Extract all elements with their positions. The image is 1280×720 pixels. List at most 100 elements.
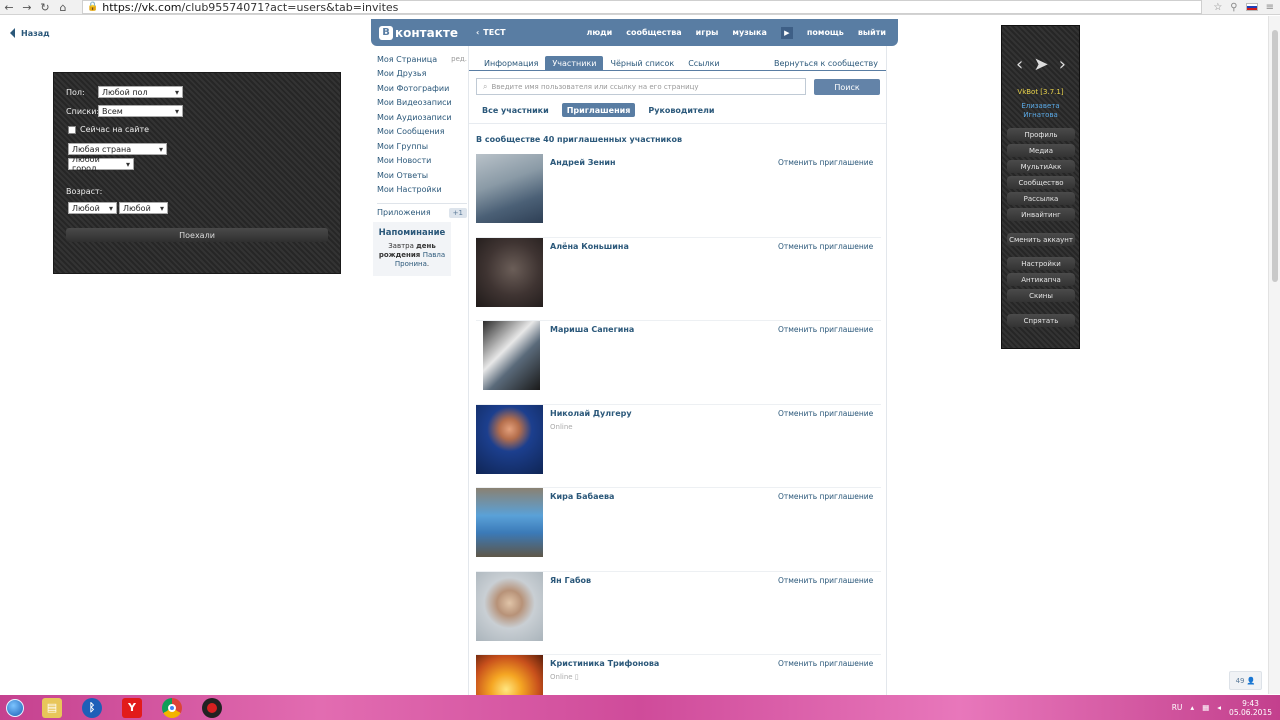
lists-select[interactable]: Всем [98,105,183,117]
tab-info[interactable]: Информация [477,56,545,70]
nav-help[interactable]: помощь [807,28,844,37]
gender-select[interactable]: Любой пол [98,86,183,98]
back-to-group-link[interactable]: Вернуться к сообществу [774,56,878,70]
vkbot-settings-button[interactable]: Настройки [1007,257,1075,270]
group-name-link[interactable]: ‹ ТЕСТ [476,28,506,37]
taskbar-chrome[interactable] [154,695,190,720]
menu-item-videos[interactable]: Мои Видеозаписи [377,96,467,111]
menu-item-settings[interactable]: Мои Настройки [377,183,467,198]
menu-item-messages[interactable]: Мои Сообщения [377,125,467,140]
menu-item-my-page[interactable]: Моя Страница ред. [377,52,467,67]
nav-logout[interactable]: выйти [858,28,886,37]
flag-icon[interactable] [1245,3,1258,11]
back-arrow-icon[interactable]: ← [0,0,18,14]
taskbar-explorer[interactable]: ▤ [34,695,70,720]
taskbar-app[interactable] [194,695,230,720]
reminder-link[interactable]: Пронина [395,260,427,268]
menu-item-audio[interactable]: Мои Аудиозаписи [377,110,467,125]
avatar[interactable] [483,321,540,390]
menu-item-apps[interactable]: Приложения +1 [377,203,467,218]
avatar[interactable] [476,488,543,557]
member-name[interactable]: Алёна Коньшина [550,242,629,251]
avatar[interactable] [476,655,543,695]
vkbot-hide-button[interactable]: Спрятать [1007,314,1075,327]
avatar[interactable] [476,237,543,307]
vkbot-mailing-button[interactable]: Рассылка [1007,192,1075,205]
nav-people[interactable]: люди [587,28,613,37]
forward-arrow-icon[interactable]: → [18,0,36,14]
vk-logo[interactable]: В контакте [379,25,458,40]
cancel-invite-link[interactable]: Отменить приглашение [778,325,873,334]
vkbot-community-button[interactable]: Сообщество [1007,176,1075,189]
tab-blacklist[interactable]: Чёрный список [603,56,681,70]
search-input[interactable]: ⌕ Введите имя пользователя или ссылку на… [476,78,806,95]
menu-label: Мои Группы [377,141,429,151]
member-name[interactable]: Ян Габов [550,576,591,585]
online-checkbox[interactable] [68,125,76,134]
extension-icon[interactable]: ⚲ [1230,2,1237,13]
go-button[interactable]: Поехали [66,228,328,242]
vkbot-anticaptcha-button[interactable]: Антикапча [1007,273,1075,286]
vkbot-inviting-button[interactable]: Инвайтинг [1007,208,1075,221]
avatar[interactable] [476,404,543,474]
cancel-invite-link[interactable]: Отменить приглашение [778,576,873,585]
back-link[interactable]: Назад [10,28,50,38]
clock[interactable]: 9:43 05.06.2015 [1229,699,1272,717]
nav-music[interactable]: музыка [732,28,766,37]
cancel-invite-link[interactable]: Отменить приглашение [778,242,873,251]
subtab-managers[interactable]: Руководители [643,103,719,117]
taskbar-yandex[interactable]: Y [114,695,150,720]
member-name[interactable]: Мариша Сапегина [550,325,634,334]
vkbot-user-last: Игнатова [1023,111,1058,119]
cancel-invite-link[interactable]: Отменить приглашение [778,158,873,167]
country-select[interactable]: Любая страна [68,143,167,155]
taskbar-bluetooth[interactable]: ᛒ [74,695,110,720]
vkbot-user[interactable]: Елизавета Игнатова [1002,102,1079,120]
home-icon[interactable]: ⌂ [54,0,72,14]
online-counter-badge[interactable]: 49 👤 [1229,671,1262,690]
nav-games[interactable]: игры [696,28,719,37]
avatar[interactable] [476,154,543,223]
search-button[interactable]: Поиск [814,79,880,95]
reminder-link[interactable]: Павла [423,251,445,259]
subtab-invites[interactable]: Приглашения [561,103,636,117]
city-select[interactable]: Любой город [68,155,134,173]
tab-members[interactable]: Участники [545,56,604,70]
language-indicator[interactable]: RU [1172,703,1183,712]
cancel-invite-link[interactable]: Отменить приглашение [778,409,873,418]
cancel-invite-link[interactable]: Отменить приглашение [778,492,873,501]
menu-item-answers[interactable]: Мои Ответы [377,168,467,183]
play-icon[interactable]: ▶ [780,26,793,39]
page-scrollbar[interactable] [1268,16,1280,694]
start-button[interactable] [0,695,30,720]
menu-item-news[interactable]: Мои Новости [377,154,467,169]
member-name[interactable]: Кристиника Трифонова [550,659,659,668]
subtab-all-members[interactable]: Все участники [477,103,554,117]
member-name[interactable]: Андрей Зенин [550,158,616,167]
vkbot-media-button[interactable]: Медиа [1007,144,1075,157]
age-to-select[interactable]: Любой [119,202,168,214]
vkbot-profile-button[interactable]: Профиль [1007,128,1075,141]
menu-edit-link[interactable]: ред. [451,55,467,63]
scrollbar-thumb[interactable] [1272,30,1278,282]
address-bar[interactable]: 🔒 https://vk.com/club95574071?act=users&… [82,0,1202,14]
vkbot-skins-button[interactable]: Скины [1007,289,1075,302]
member-name[interactable]: Кира Бабаева [550,492,614,501]
cancel-invite-link[interactable]: Отменить приглашение [778,659,873,668]
reload-icon[interactable]: ↻ [36,0,54,14]
age-from-select[interactable]: Любой [68,202,117,214]
vkbot-multiacc-button[interactable]: МультиАкк [1007,160,1075,173]
menu-icon[interactable]: ≡ [1266,2,1274,13]
nav-communities[interactable]: сообщества [626,28,681,37]
star-icon[interactable]: ☆ [1213,2,1222,13]
menu-item-photos[interactable]: Мои Фотографии [377,81,467,96]
network-icon[interactable]: ▦ [1202,703,1209,712]
tray-arrow-icon[interactable]: ▴ [1190,703,1194,712]
tab-links[interactable]: Ссылки [681,56,726,70]
avatar[interactable] [476,571,543,641]
vkbot-switch-account-button[interactable]: Сменить аккаунт [1007,233,1075,246]
volume-icon[interactable]: ◂ [1217,703,1221,712]
menu-item-groups[interactable]: Мои Группы [377,139,467,154]
member-name[interactable]: Николай Дулгеру [550,409,632,418]
menu-item-friends[interactable]: Мои Друзья [377,67,467,82]
